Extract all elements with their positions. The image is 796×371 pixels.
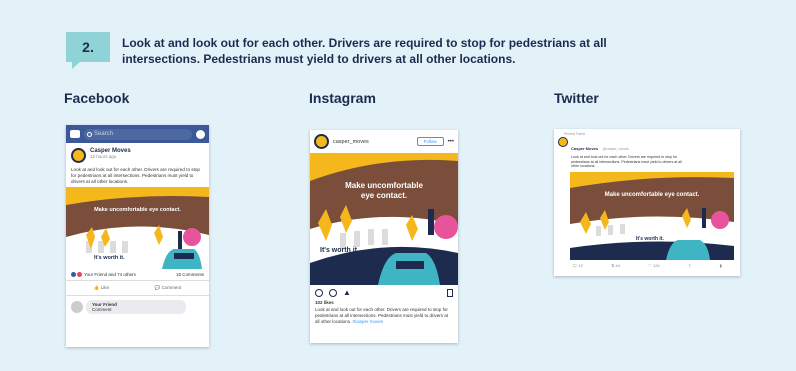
post-artwork: Make uncomfortable eye contact. It's wor… — [310, 153, 458, 285]
artwork-tagline: It's worth it. — [320, 247, 359, 254]
hashtag-link[interactable]: #casper moves — [353, 319, 384, 324]
search-icon — [87, 131, 92, 137]
reply-count: 12 — [578, 262, 583, 268]
comment-label: Comment — [161, 285, 182, 291]
share-icon[interactable]: ▲ — [343, 288, 351, 297]
search-input[interactable]: Search — [84, 128, 192, 140]
post-caption: Look at and look out for each other. Dri… — [310, 305, 458, 327]
step-number-badge: 2. — [66, 32, 110, 69]
artwork-headline: Make uncomfortable eye contact. — [604, 191, 700, 198]
comment-row: Your Friend Comment — [66, 296, 209, 318]
camera-icon[interactable] — [70, 130, 80, 138]
like-label: Like — [100, 285, 109, 291]
retweet-button[interactable]: ⇅ 44 — [611, 263, 620, 268]
like-icon[interactable] — [315, 288, 323, 297]
tweet-text: Look at and look out for each other. Dri… — [571, 155, 682, 168]
pinned-label: Pinned Tweet — [564, 132, 586, 136]
comment-button[interactable]: 💬 Comment — [155, 285, 181, 291]
commenter-avatar — [71, 301, 83, 314]
facebook-top-bar: Search — [66, 125, 209, 143]
facebook-heading: Facebook — [64, 90, 130, 106]
avatar[interactable] — [71, 148, 86, 163]
facebook-post-mockup: Search Casper Moves 12 hours ago Look at… — [66, 125, 209, 347]
step-text: Look at and look out for each other. Dri… — [122, 36, 607, 66]
messenger-icon[interactable] — [196, 129, 205, 139]
comment-icon[interactable] — [329, 288, 337, 297]
artwork-illustration — [66, 187, 209, 269]
more-options-icon[interactable]: ••• — [448, 139, 454, 145]
artwork-illustration — [570, 171, 734, 260]
slide: 2. Look at and look out for each other. … — [18, 18, 778, 358]
account-handle[interactable]: @casper_moves — [603, 147, 629, 151]
reply-button[interactable]: 🗨 12 — [572, 263, 583, 268]
artwork-headline: Make uncomfortable eye contact. — [94, 207, 181, 213]
comment-count[interactable]: 15 Comments — [176, 272, 204, 277]
username[interactable]: casper_moves — [333, 139, 413, 145]
twitter-heading: Twitter — [554, 90, 599, 106]
retweet-count: 44 — [615, 262, 620, 268]
tweet-artwork: Make uncomfortable eye contact. It's wor… — [570, 171, 734, 260]
post-actions: ▲ — [310, 285, 458, 300]
bookmark-icon[interactable] — [447, 288, 453, 297]
instagram-heading: Instagram — [309, 90, 376, 106]
artwork-headline: Make uncomfortable eye contact. — [345, 181, 423, 200]
follow-button[interactable]: Follow — [416, 137, 444, 146]
instagram-post-mockup: casper_moves Follow ••• Make uncomfortab… — [310, 130, 458, 343]
twitter-post-mockup: Pinned Tweet Casper Moves @casper_moves … — [554, 129, 740, 276]
post-actions: 👍 Like 💬 Comment — [66, 281, 209, 297]
artwork-tagline: It's worth it. — [94, 255, 125, 261]
reaction-icons — [71, 272, 82, 278]
post-timestamp: 12 hours ago — [90, 154, 117, 159]
share-icon[interactable]: ⇧ — [688, 263, 691, 268]
like-count: 124 — [652, 262, 660, 268]
comment-text: Comment — [92, 307, 112, 313]
like-button[interactable]: 👍 Like — [94, 285, 109, 291]
like-button[interactable]: ♡ 124 — [648, 263, 659, 268]
post-caption: Look at and look out for each other. Dri… — [71, 167, 200, 184]
reaction-summary[interactable]: Your Friend and 74 others 15 Comments — [66, 269, 209, 282]
account-name[interactable]: Casper Moves — [571, 146, 598, 151]
avatar[interactable] — [314, 134, 329, 149]
search-placeholder: Search — [94, 131, 114, 137]
reaction-text: Your Friend and 74 others — [84, 272, 136, 277]
avatar[interactable] — [558, 137, 568, 147]
analytics-icon[interactable]: ▮ — [720, 263, 722, 268]
tweet-actions: 🗨 12 ⇅ 44 ♡ 124 ⇧ ▮ — [554, 260, 740, 271]
artwork-tagline: It's worth it. — [636, 235, 664, 242]
post-artwork: Make uncomfortable eye contact. It's wor… — [66, 187, 209, 269]
artwork-illustration — [310, 153, 458, 285]
comment-bubble[interactable]: Your Friend Comment — [86, 300, 186, 315]
